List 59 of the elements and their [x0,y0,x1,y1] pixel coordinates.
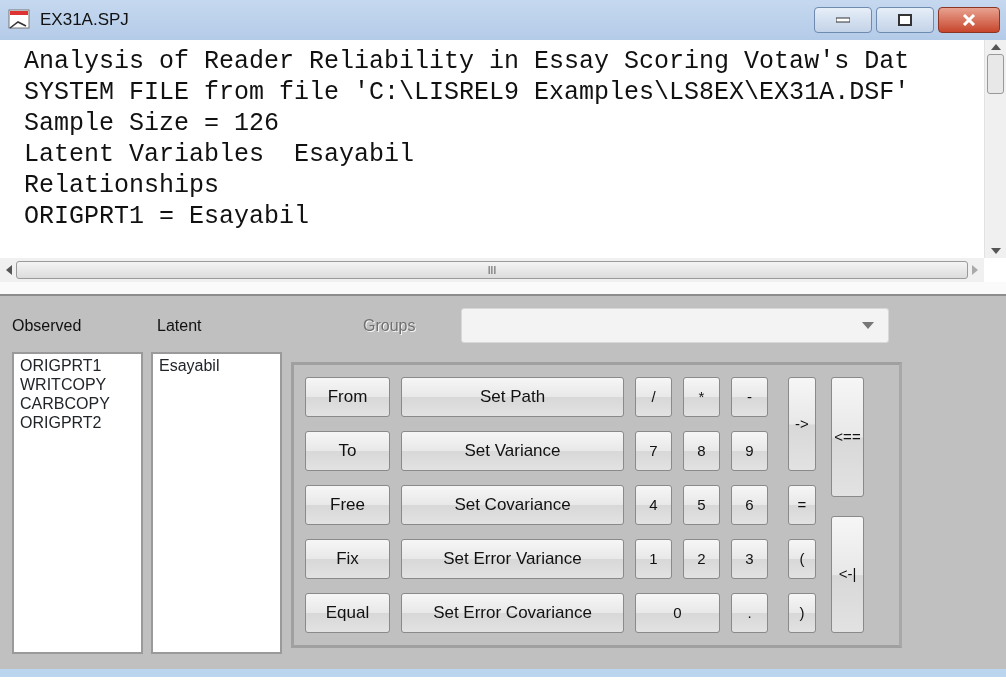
latent-list[interactable]: Esayabil [151,352,282,654]
key-button[interactable]: 0 [635,593,720,633]
scroll-down-icon[interactable] [990,248,1001,254]
key-button[interactable]: 7 [635,431,672,471]
command-button[interactable]: Fix [305,539,390,579]
key-button[interactable]: 2 [683,539,720,579]
set-button[interactable]: Set Error Variance [401,539,624,579]
observed-label: Observed [12,315,83,336]
script-line: Relationships [24,170,220,201]
key-button[interactable]: 6 [731,485,768,525]
key-button[interactable]: - [731,377,768,417]
variable-item[interactable]: WRITCOPY [20,375,107,394]
script-line: Analysis of Reader Reliability in Essay Scoring Votaw's Dat [24,46,910,77]
key-button[interactable]: 5 [683,485,720,525]
maximize-icon [898,14,912,26]
groups-label: Groups [363,315,417,336]
set-button[interactable]: Set Error Covariance [401,593,624,633]
key-button[interactable]: 4 [635,485,672,525]
window-title: EX31A.SPJ [40,9,129,32]
edit-button[interactable]: <-| [831,516,864,633]
command-button[interactable]: Free [305,485,390,525]
latent-label: Latent [157,315,203,336]
close-button[interactable] [938,7,1000,33]
edit-button[interactable]: <== [831,377,864,497]
variable-item[interactable]: ORIGPRT1 [20,356,102,375]
key-button[interactable]: 9 [731,431,768,471]
splitter-bar[interactable] [0,282,1006,296]
key-button[interactable]: * [683,377,720,417]
command-button[interactable]: Equal [305,593,390,633]
command-button[interactable]: From [305,377,390,417]
minimize-icon [836,17,850,23]
dropdown-arrow-icon [862,322,874,329]
scroll-thumb[interactable] [987,54,1004,94]
script-line: ORIGPRT1 = Esayabil [24,201,310,232]
script-line: Sample Size = 126 [24,108,280,139]
key-button[interactable]: . [731,593,768,633]
set-button[interactable]: Set Variance [401,431,624,471]
key-button[interactable]: 8 [683,431,720,471]
variable-item[interactable]: Esayabil [159,356,220,375]
script-line: SYSTEM FILE from file 'C:\LISREL9 Examples\LS8EX\EX31A.DSF' [24,77,910,108]
scroll-left-icon[interactable] [6,265,12,275]
set-button[interactable]: Set Path [401,377,624,417]
key-button[interactable]: / [635,377,672,417]
maximize-button[interactable] [876,7,934,33]
operator-button[interactable]: ( [788,539,816,579]
variable-item[interactable]: CARBCOPY [20,394,110,413]
script-line: Latent Variables Esayabil [24,139,415,170]
key-button[interactable]: 1 [635,539,672,579]
set-button[interactable]: Set Covariance [401,485,624,525]
observed-list[interactable]: ORIGPRT1 WRITCOPY CARBCOPY ORIGPRT2 [12,352,143,654]
command-button[interactable]: To [305,431,390,471]
operator-button[interactable]: ) [788,593,816,633]
variable-item[interactable]: ORIGPRT2 [20,413,102,432]
operator-button[interactable]: -> [788,377,816,471]
scroll-thumb[interactable]: III [16,261,968,279]
key-button[interactable]: 3 [731,539,768,579]
operator-button[interactable]: = [788,485,816,525]
close-icon [962,14,976,26]
scroll-up-icon[interactable] [990,44,1001,50]
